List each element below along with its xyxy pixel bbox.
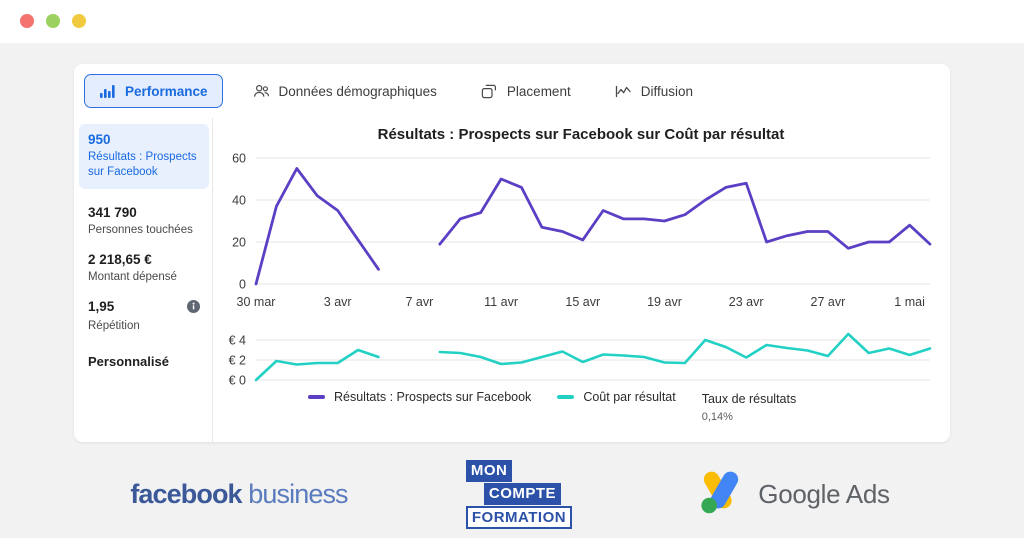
svg-text:11 avr: 11 avr <box>484 295 518 309</box>
svg-text:€ 2: € 2 <box>229 354 246 368</box>
metric-frequency-row: 1,95 <box>88 299 200 318</box>
tab-placement-label: Placement <box>506 83 571 99</box>
metric-results-label: Résultats : Prospects sur Facebook <box>88 150 197 179</box>
legend-label-cost: Coût par résultat <box>583 390 676 404</box>
charts-panel: Résultats : Prospects sur Facebook sur C… <box>212 118 950 442</box>
legend-rate: Taux de résultats 0,14% <box>702 390 797 425</box>
facebook-business-logo: facebook business <box>74 479 404 510</box>
tab-demographics-label: Données démographiques <box>278 83 437 99</box>
svg-text:3 avr: 3 avr <box>324 295 352 309</box>
facebook-wordmark: facebook <box>130 478 242 509</box>
metrics-sidebar: 950 Résultats : Prospects sur Facebook 3… <box>74 118 212 442</box>
svg-text:€ 0: € 0 <box>229 374 246 388</box>
legend-swatch-cost <box>557 395 575 399</box>
metric-results-value: 950 <box>88 132 111 147</box>
partner-logos: facebook business MON COMPTE FORMATION G… <box>74 455 950 533</box>
business-wordmark: business <box>241 478 348 509</box>
metric-frequency-label: Répétition <box>88 320 140 333</box>
svg-text:15 avr: 15 avr <box>565 295 600 309</box>
metric-frequency[interactable]: 1,95 Répétition <box>88 299 200 334</box>
svg-text:1 mai: 1 mai <box>894 295 925 309</box>
minimize-dot[interactable] <box>46 14 60 28</box>
maximize-dot[interactable] <box>72 14 86 28</box>
window-controls <box>20 14 86 28</box>
metric-spend-value: 2 218,65 € <box>88 252 152 268</box>
tab-performance-label: Performance <box>125 83 208 99</box>
svg-text:40: 40 <box>232 194 246 208</box>
metric-results[interactable]: 950 Résultats : Prospects sur Facebook <box>79 124 209 190</box>
card-body: 950 Résultats : Prospects sur Facebook 3… <box>74 118 950 442</box>
svg-text:60: 60 <box>232 152 246 166</box>
legend-item-results[interactable]: Résultats : Prospects sur Facebook <box>308 390 531 404</box>
google-ads-logo: Google Ads <box>634 468 950 521</box>
analytics-card: Performance Données démographiques Place… <box>74 64 950 442</box>
window-titlebar <box>0 0 1024 43</box>
legend-item-cost[interactable]: Coût par résultat <box>557 390 676 404</box>
page-background: Performance Données démographiques Place… <box>0 43 1024 538</box>
svg-text:20: 20 <box>232 236 246 250</box>
svg-text:23 avr: 23 avr <box>729 295 764 309</box>
legend-rate-label: Taux de résultats <box>701 392 797 406</box>
mcf-line1: MON <box>465 459 513 482</box>
bar-chart-icon <box>99 83 116 100</box>
mcf-line2: COMPTE <box>483 482 562 505</box>
tab-bar: Performance Données démographiques Place… <box>74 64 950 118</box>
tab-diffusion[interactable]: Diffusion <box>601 75 707 107</box>
svg-text:27 avr: 27 avr <box>811 295 846 309</box>
google-ads-wordmark: Google Ads <box>758 478 890 509</box>
svg-text:19 avr: 19 avr <box>647 295 682 309</box>
line-chart-icon <box>615 83 632 100</box>
legend-label-results: Résultats : Prospects sur Facebook <box>334 390 532 404</box>
metric-reach-value: 341 790 <box>88 205 137 221</box>
metric-reach[interactable]: 341 790 Personnes touchées <box>88 205 200 238</box>
metric-spend-label: Montant dépensé <box>88 271 177 284</box>
svg-text:7 avr: 7 avr <box>405 295 433 309</box>
chart-legend: Résultats : Prospects sur Facebook Coût … <box>308 390 796 425</box>
mcf-line3: FORMATION <box>465 505 573 529</box>
metric-frequency-value: 1,95 <box>88 299 115 315</box>
metric-reach-label: Personnes touchées <box>88 224 193 237</box>
google-ads-mark-icon <box>694 468 748 521</box>
svg-text:30 mar: 30 mar <box>237 295 276 309</box>
tab-placement[interactable]: Placement <box>467 75 585 107</box>
info-icon[interactable] <box>187 300 200 318</box>
metric-custom-label[interactable]: Personnalisé <box>88 354 200 369</box>
tab-demographics[interactable]: Données démographiques <box>239 75 451 107</box>
app-root: Performance Données démographiques Place… <box>0 0 1024 538</box>
legend-rate-value: 0,14% <box>701 410 733 423</box>
people-group-icon <box>253 83 270 100</box>
tab-performance[interactable]: Performance <box>84 74 223 108</box>
overlapping-squares-icon <box>481 83 498 100</box>
svg-text:€ 4: € 4 <box>229 334 246 348</box>
svg-text:0: 0 <box>239 278 246 292</box>
tab-diffusion-label: Diffusion <box>640 83 693 99</box>
legend-swatch-results <box>308 395 325 399</box>
metric-spend[interactable]: 2 218,65 € Montant dépensé <box>88 252 200 285</box>
mon-compte-formation-logo: MON COMPTE FORMATION <box>404 459 634 529</box>
close-dot[interactable] <box>20 14 34 28</box>
